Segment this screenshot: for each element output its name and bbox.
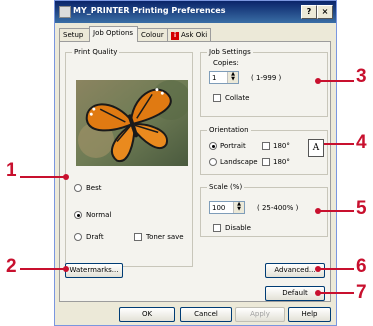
callout-5-line — [318, 210, 354, 212]
callout-2-dot — [63, 266, 69, 272]
tab-label: Setup — [63, 31, 84, 39]
rotate-180-label: 180° — [273, 142, 290, 150]
landscape-label: Landscape — [220, 158, 258, 166]
job-options-panel: Print Quality Best Normal Draft Toner sa… — [59, 41, 331, 302]
tab-setup[interactable]: Setup — [59, 28, 90, 41]
tab-label: Job Options — [93, 29, 134, 37]
rotate-180-landscape-checkbox[interactable] — [262, 158, 270, 166]
tab-label: Colour — [141, 31, 164, 39]
butterfly-preview-image — [76, 80, 188, 166]
callout-1-dot — [63, 174, 69, 180]
normal-label: Normal — [86, 211, 112, 219]
toner-save-checkbox[interactable] — [134, 233, 142, 241]
window-title: MY_PRINTER Printing Preferences — [73, 6, 226, 15]
scale-group: Scale (%) 100 ▲ ▼ ( 25-400% ) Disable — [200, 183, 328, 237]
callout-1: 1 — [6, 160, 17, 181]
ok-button[interactable]: OK — [119, 307, 175, 322]
callout-7-line — [318, 292, 354, 294]
copies-value: 1 — [212, 74, 217, 82]
draft-radio[interactable] — [74, 233, 82, 241]
portrait-page-icon: A — [308, 139, 324, 157]
callout-3-dot — [315, 78, 321, 84]
callout-5-dot — [315, 208, 321, 214]
watermarks-button[interactable]: Watermarks... — [65, 263, 123, 278]
toner-save-label: Toner save — [146, 233, 184, 241]
rotate-180-portrait-checkbox[interactable] — [262, 142, 270, 150]
copies-spinner[interactable]: 1 ▲ ▼ — [209, 71, 239, 84]
best-radio[interactable] — [74, 184, 82, 192]
job-settings-group: Job Settings Copies: 1 ▲ ▼ ( 1-999 ) Coll… — [200, 48, 328, 117]
collate-label: Collate — [225, 94, 250, 102]
callout-3: 3 — [356, 66, 367, 87]
help-bottom-button[interactable]: Help — [288, 307, 331, 322]
collate-checkbox[interactable] — [213, 94, 221, 102]
callout-1-line — [20, 176, 66, 178]
copies-range: ( 1-999 ) — [251, 74, 282, 82]
callout-4-line — [324, 143, 354, 145]
spinner-arrows-icon[interactable]: ▲ ▼ — [227, 72, 238, 83]
disable-scale-checkbox[interactable] — [213, 224, 221, 232]
callout-7: 7 — [356, 282, 367, 303]
callout-6-line — [318, 268, 354, 270]
callout-2: 2 — [6, 256, 17, 277]
rotate-180-label: 180° — [273, 158, 290, 166]
tab-label: Ask Oki — [181, 31, 208, 39]
scale-spinner[interactable]: 100 ▲ ▼ — [209, 201, 245, 214]
draft-label: Draft — [86, 233, 104, 241]
spinner-arrows-icon[interactable]: ▲ ▼ — [233, 202, 244, 213]
close-button[interactable]: × — [317, 5, 333, 19]
job-settings-label: Job Settings — [207, 48, 253, 56]
cancel-button[interactable]: Cancel — [180, 307, 232, 322]
printer-icon — [59, 6, 71, 18]
callout-7-dot — [315, 290, 321, 296]
disable-scale-label: Disable — [225, 224, 251, 232]
normal-radio[interactable] — [74, 211, 82, 219]
tab-ask-oki[interactable]: i Ask Oki — [167, 28, 211, 41]
scale-label: Scale (%) — [207, 183, 245, 191]
landscape-radio[interactable] — [209, 158, 217, 166]
scale-range: ( 25-400% ) — [257, 204, 299, 212]
best-label: Best — [86, 184, 102, 192]
info-icon: i — [171, 32, 179, 40]
apply-button[interactable]: Apply — [235, 307, 285, 322]
print-quality-label: Print Quality — [72, 48, 120, 56]
callout-5: 5 — [356, 198, 367, 219]
portrait-label: Portrait — [220, 142, 246, 150]
tab-colour[interactable]: Colour — [137, 28, 168, 41]
title-bar: MY_PRINTER Printing Preferences ? × — [55, 1, 336, 23]
callout-2-line — [20, 268, 66, 270]
orientation-label: Orientation — [207, 126, 251, 134]
portrait-radio[interactable] — [209, 142, 217, 150]
copies-label: Copies: — [213, 59, 239, 67]
scale-value: 100 — [212, 204, 226, 212]
callout-6-dot — [315, 266, 321, 272]
callout-6: 6 — [356, 256, 367, 277]
callout-4: 4 — [356, 132, 367, 153]
print-quality-group: Print Quality Best Normal Draft Toner sa… — [65, 48, 193, 267]
callout-3-line — [318, 80, 354, 82]
orientation-group: Orientation Portrait 180° Landscape 180°… — [200, 126, 328, 175]
printing-preferences-dialog: MY_PRINTER Printing Preferences ? × Setu… — [54, 0, 337, 326]
tab-job-options[interactable]: Job Options — [89, 26, 138, 42]
help-button[interactable]: ? — [301, 5, 317, 19]
